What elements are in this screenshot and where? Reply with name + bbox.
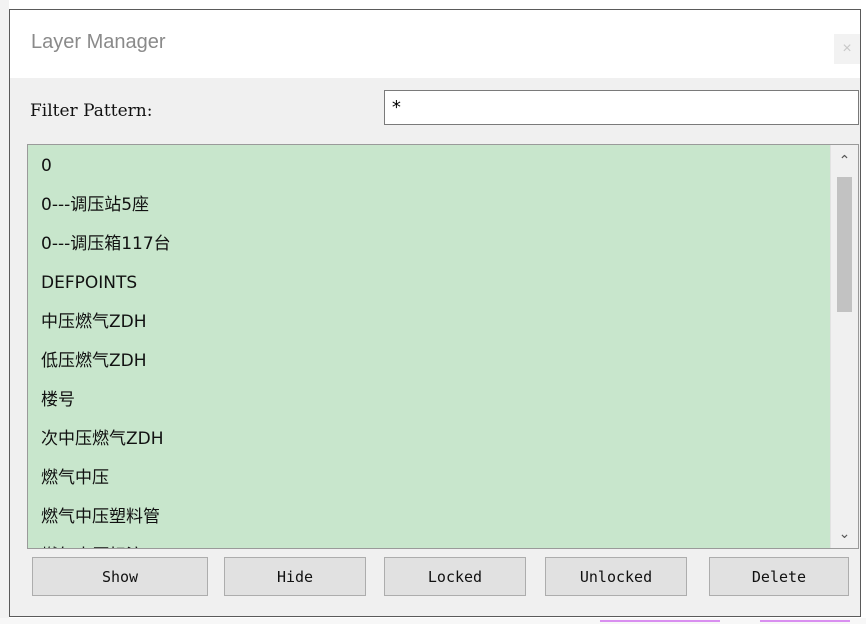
layer-manager-dialog: Layer Manager × Filter Pattern: 0 0---调压… — [9, 9, 861, 617]
vertical-scrollbar[interactable]: ⌃ ⌄ — [830, 145, 858, 548]
background-strip — [0, 0, 9, 624]
background-artifact — [760, 620, 850, 622]
list-item[interactable]: 0---调压站5座 — [28, 186, 832, 225]
list-item[interactable]: 楼号 — [28, 381, 832, 420]
scroll-up-icon[interactable]: ⌃ — [831, 145, 858, 175]
hide-button[interactable]: Hide — [224, 557, 366, 596]
close-icon[interactable]: × — [834, 34, 860, 64]
unlocked-button[interactable]: Unlocked — [545, 557, 687, 596]
list-item[interactable]: 燃气中压塑料管 — [28, 498, 832, 537]
title-bar[interactable]: Layer Manager × — [10, 10, 860, 78]
list-item[interactable]: 低压燃气ZDH — [28, 342, 832, 381]
scroll-down-icon[interactable]: ⌄ — [831, 518, 858, 548]
list-item[interactable]: 燃气中压 — [28, 459, 832, 498]
locked-button[interactable]: Locked — [384, 557, 526, 596]
filter-pattern-label: Filter Pattern: — [30, 101, 153, 121]
list-item[interactable]: 0---调压箱117台 — [28, 225, 832, 264]
list-item[interactable]: 次中压燃气ZDH — [28, 420, 832, 459]
delete-button[interactable]: Delete — [709, 557, 849, 596]
list-item[interactable]: DEFPOINTS — [28, 264, 832, 303]
list-item[interactable]: 0 — [28, 147, 832, 186]
background-strip-bottom — [0, 618, 866, 624]
dialog-title: Layer Manager — [31, 31, 166, 53]
filter-pattern-input[interactable] — [384, 90, 859, 125]
layer-list[interactable]: 0 0---调压站5座 0---调压箱117台 DEFPOINTS 中压燃气ZD… — [27, 144, 859, 549]
background-artifact — [600, 620, 720, 622]
layer-list-items: 0 0---调压站5座 0---调压箱117台 DEFPOINTS 中压燃气ZD… — [28, 145, 832, 548]
scroll-thumb[interactable] — [837, 177, 852, 312]
show-button[interactable]: Show — [32, 557, 208, 596]
list-item[interactable]: 中压燃气ZDH — [28, 303, 832, 342]
list-item[interactable]: 燃气中压标注 — [28, 537, 832, 548]
